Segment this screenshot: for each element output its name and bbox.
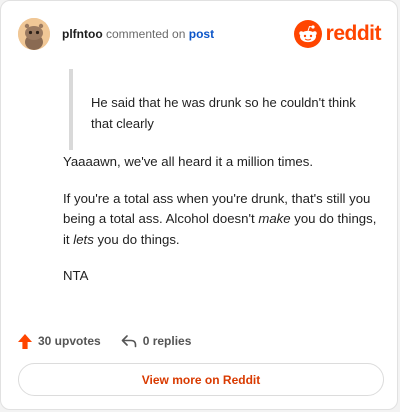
username[interactable]: plfntoo <box>62 27 103 41</box>
reddit-wordmark: reddit <box>325 22 382 45</box>
upvotes-label: 30 upvotes <box>38 334 101 348</box>
snoo-avatar-icon <box>18 18 50 50</box>
comment-paragraph-2: If you're a total ass when you're drunk,… <box>63 189 381 251</box>
user-avatar[interactable] <box>18 18 50 50</box>
reply-count[interactable]: 0 replies <box>121 334 192 348</box>
reddit-brand[interactable]: reddit <box>293 20 382 48</box>
upvote-arrow-icon <box>18 333 32 349</box>
upvote-count[interactable]: 30 upvotes <box>18 333 101 349</box>
post-link[interactable]: post <box>189 27 214 41</box>
action-text: commented on <box>106 27 186 41</box>
comment-byline: plfntoo commented on post <box>62 27 214 41</box>
comment-header: plfntoo commented on post reddit <box>18 16 382 52</box>
comment-body: Yaaaawn, we've all heard it a million ti… <box>63 152 381 299</box>
paragraph-2-emphasis-lets: lets <box>73 231 94 247</box>
comment-paragraph-3: NTA <box>63 268 89 283</box>
comment-footer: 30 upvotes 0 replies <box>18 331 191 351</box>
reddit-logo-icon <box>293 20 322 48</box>
comment-paragraph-1: Yaaaawn, we've all heard it a million ti… <box>63 154 314 169</box>
quoted-text: He said that he was drunk so he couldn't… <box>69 69 369 150</box>
replies-label: 0 replies <box>142 334 192 348</box>
quote-content: He said that he was drunk so he couldn't… <box>91 95 356 131</box>
paragraph-2-part-c: you do things. <box>93 231 180 247</box>
comment-embed-card: plfntoo commented on post reddit He said… <box>0 0 398 410</box>
reply-arrow-icon <box>121 335 137 348</box>
view-more-button[interactable]: View more on Reddit <box>18 363 384 396</box>
paragraph-2-emphasis-make: make <box>258 211 291 226</box>
